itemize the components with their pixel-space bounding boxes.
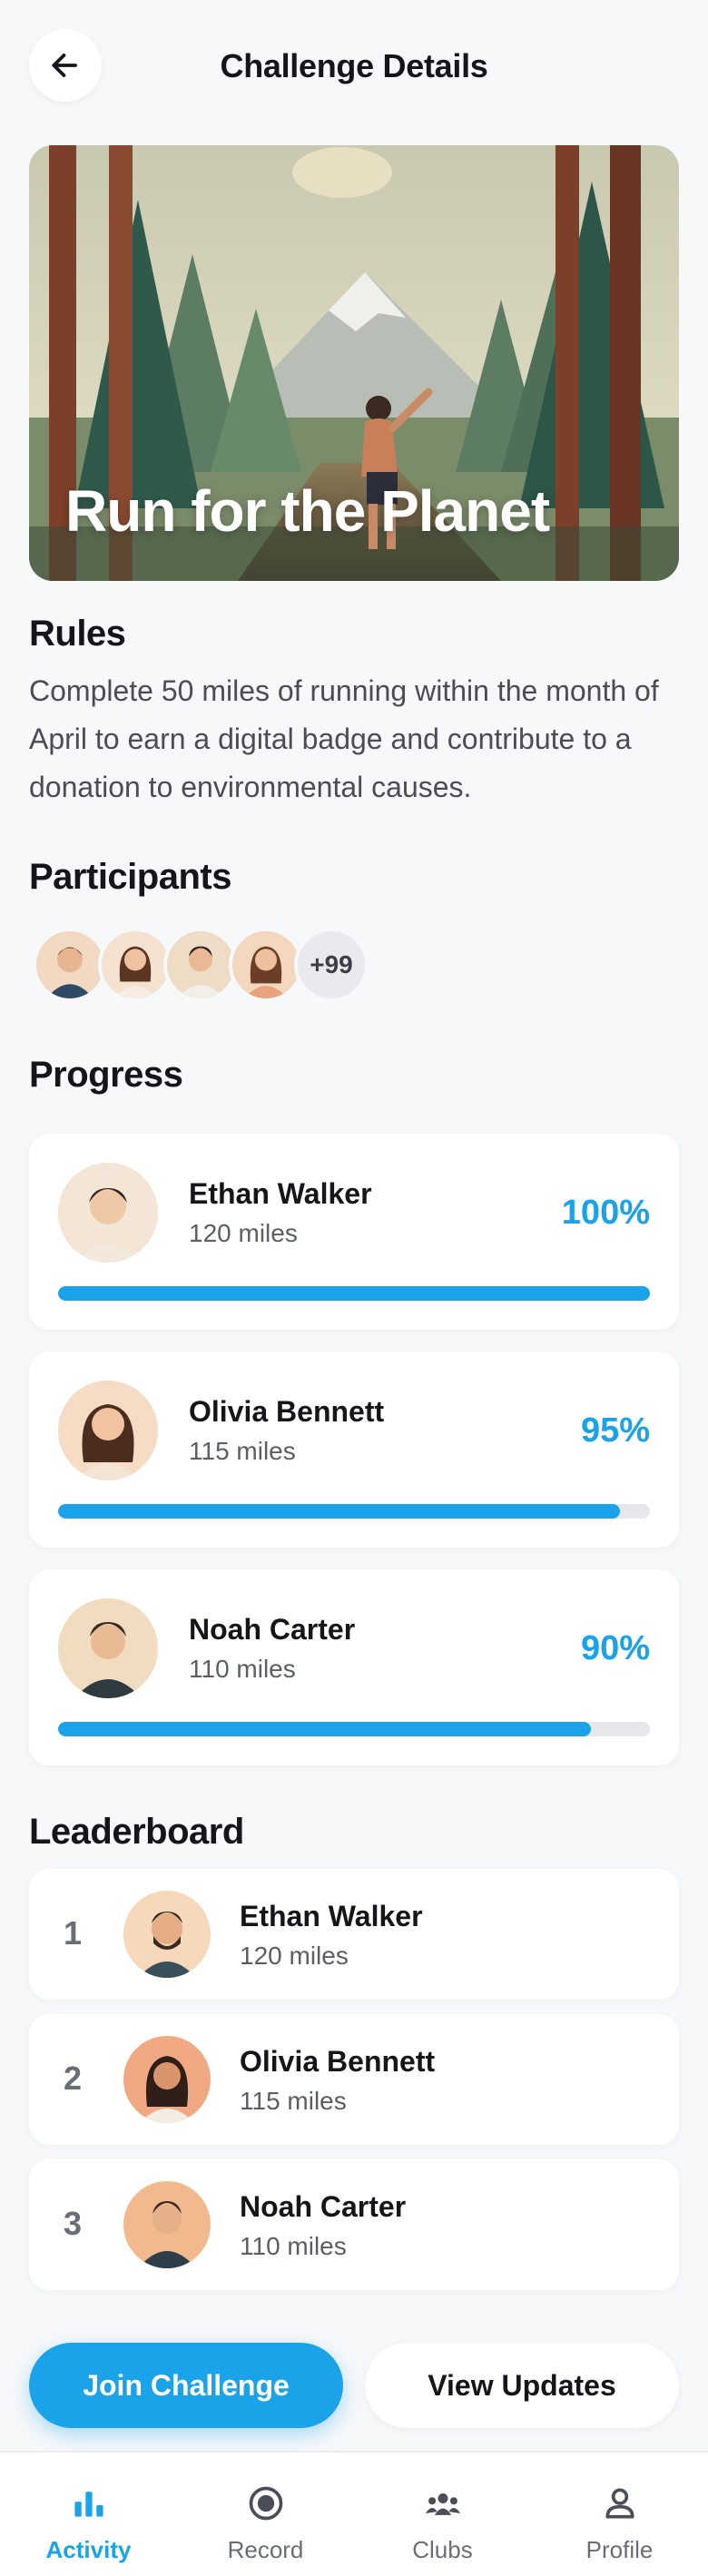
participant-miles: 115 miles <box>189 1437 296 1465</box>
progress-card[interactable]: Olivia Bennett 115 miles 95% <box>29 1352 679 1548</box>
participants-heading: Participants <box>29 857 231 897</box>
avatar <box>58 1163 158 1263</box>
tab-label: Activity <box>45 2536 132 2563</box>
avatar <box>33 928 107 1002</box>
record-icon <box>249 2486 282 2521</box>
progress-percent: 90% <box>580 1629 650 1667</box>
avatar <box>98 928 172 1002</box>
leaderboard-heading: Leaderboard <box>29 1812 244 1852</box>
rank-number: 1 <box>64 1914 83 1952</box>
progress-bar <box>58 1722 650 1736</box>
tab-label: Clubs <box>412 2536 473 2563</box>
person-icon <box>605 2488 634 2519</box>
leader-miles: 110 miles <box>240 2232 347 2260</box>
avatar <box>163 928 238 1002</box>
arrow-left-icon <box>52 54 77 77</box>
participant-miles: 110 miles <box>189 1655 296 1683</box>
avatar <box>123 1891 211 1978</box>
progress-bar-fill <box>58 1286 650 1301</box>
hero-banner: Run for the Planet <box>29 145 679 581</box>
avatar <box>123 2036 211 2123</box>
avatar <box>229 928 303 1002</box>
progress-percent: 100% <box>561 1194 650 1232</box>
more-participants-badge[interactable]: +99 <box>294 928 369 1002</box>
challenge-title: Run for the Planet <box>65 478 550 544</box>
tab-activity[interactable]: Activity <box>0 2453 177 2576</box>
tab-profile[interactable]: Profile <box>531 2453 708 2576</box>
leader-miles: 115 miles <box>240 2087 347 2115</box>
leaderboard-row[interactable]: 3 Noah Carter 110 miles <box>29 2159 679 2290</box>
leaderboard-row[interactable]: 1 Ethan Walker 120 miles <box>29 1869 679 2000</box>
participant-avatars[interactable]: +99 <box>33 928 369 1002</box>
view-updates-button[interactable]: View Updates <box>365 2343 679 2428</box>
rules-heading: Rules <box>29 614 126 654</box>
avatar <box>123 2181 211 2268</box>
participant-name: Olivia Bennett <box>189 1395 385 1428</box>
tab-clubs[interactable]: Clubs <box>354 2453 531 2576</box>
rules-text: Complete 50 miles of running within the … <box>29 674 659 803</box>
participant-name: Noah Carter <box>189 1613 356 1646</box>
progress-heading: Progress <box>29 1055 183 1095</box>
participant-name: Ethan Walker <box>189 1177 372 1210</box>
leader-name: Olivia Bennett <box>240 2045 436 2078</box>
tab-label: Record <box>227 2536 304 2563</box>
progress-card[interactable]: Ethan Walker 120 miles 100% <box>29 1134 679 1330</box>
join-challenge-button[interactable]: Join Challenge <box>29 2343 343 2428</box>
avatar <box>58 1598 158 1698</box>
top-bar: Challenge Details <box>0 0 708 133</box>
leaderboard-row[interactable]: 2 Olivia Bennett 115 miles <box>29 2014 679 2145</box>
participant-miles: 120 miles <box>189 1219 298 1247</box>
tab-label: Profile <box>585 2536 654 2563</box>
leader-name: Noah Carter <box>240 2190 407 2223</box>
progress-bar-fill <box>58 1504 621 1519</box>
progress-bar-fill <box>58 1722 591 1736</box>
leader-name: Ethan Walker <box>240 1900 423 1932</box>
bottom-tab-bar: Activity Record Clubs Profile <box>0 2451 708 2576</box>
bar-chart-icon <box>74 2492 103 2517</box>
tab-record[interactable]: Record <box>177 2453 354 2576</box>
leader-miles: 120 miles <box>240 1942 349 1970</box>
progress-bar <box>58 1286 650 1301</box>
back-button[interactable] <box>29 29 102 102</box>
group-icon <box>425 2493 460 2515</box>
rank-number: 3 <box>64 2205 83 2242</box>
rank-number: 2 <box>64 2060 83 2097</box>
progress-percent: 95% <box>580 1411 650 1450</box>
page-title: Challenge Details <box>220 47 488 84</box>
progress-card[interactable]: Noah Carter 110 miles 90% <box>29 1569 679 1765</box>
progress-bar <box>58 1504 650 1519</box>
avatar <box>58 1381 158 1480</box>
